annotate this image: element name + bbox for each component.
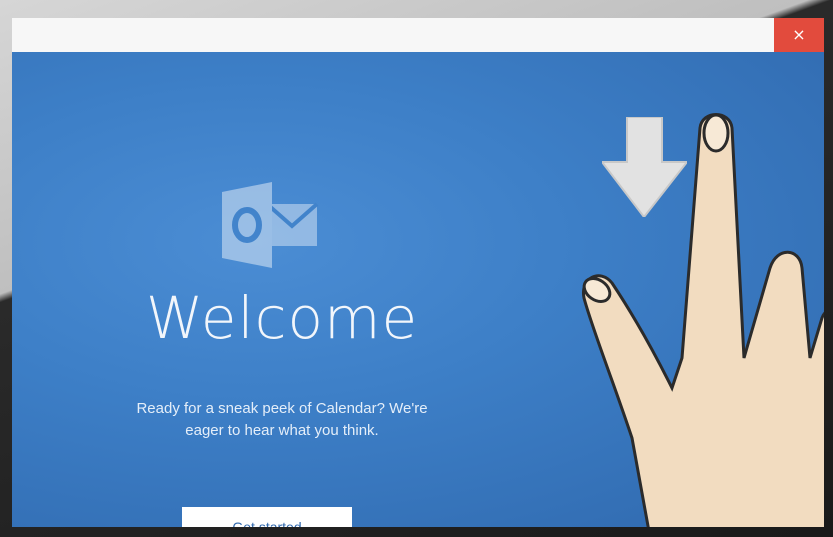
window-title-bar: × xyxy=(12,18,824,53)
welcome-subtitle-line-1: Ready for a sneak peek of Calendar? We'r… xyxy=(136,400,428,417)
welcome-subtitle-line-2: eager to hear what you think. xyxy=(185,422,379,439)
hand-icon xyxy=(582,113,824,527)
outlook-icon xyxy=(222,182,319,268)
welcome-title: Welcome xyxy=(145,284,419,352)
welcome-subtitle: Ready for a sneak peek of Calendar? We'r… xyxy=(72,398,492,442)
close-button[interactable]: × xyxy=(774,18,824,52)
close-icon: × xyxy=(792,25,806,44)
device-screen: × Welcome Ready for a sneak peek of Cale… xyxy=(12,18,824,527)
get-started-button[interactable]: Get started xyxy=(182,507,352,527)
